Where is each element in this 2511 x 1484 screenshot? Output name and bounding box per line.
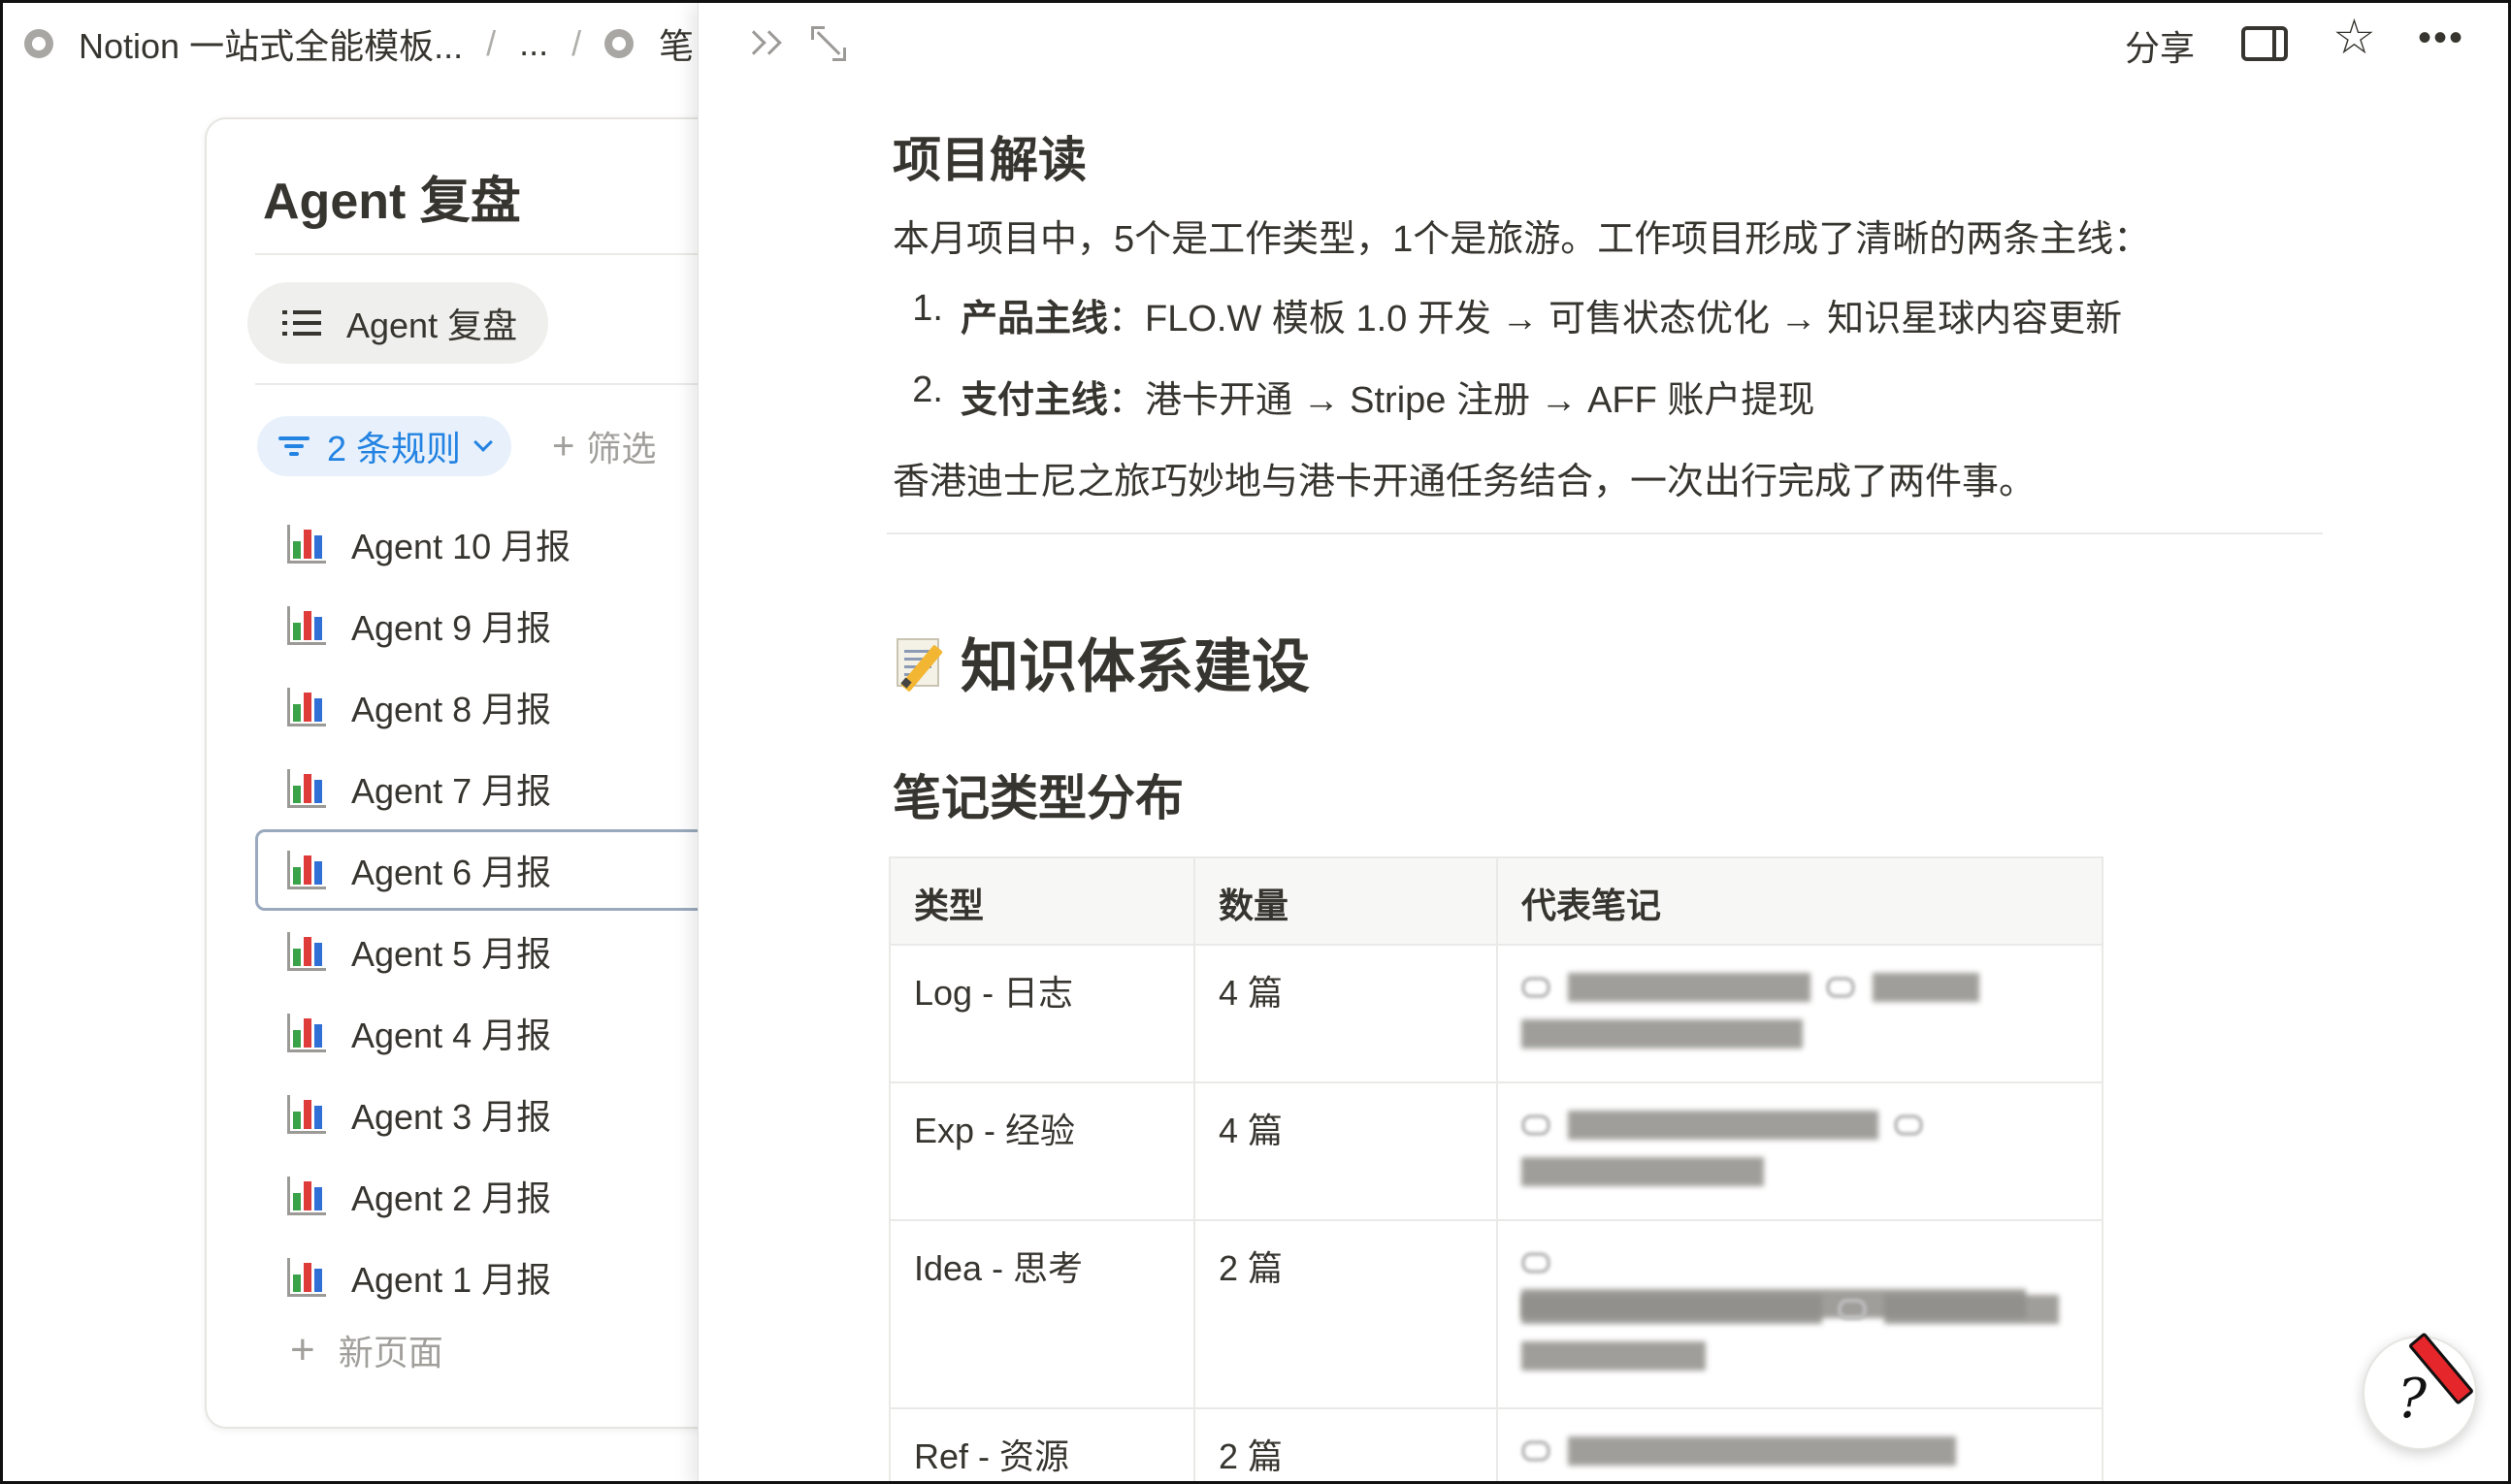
plus-icon: +	[290, 1326, 315, 1373]
list-bold: 产品主线	[961, 299, 1109, 339]
table-row: Exp - 经验 4 篇	[889, 1081, 2103, 1221]
view-tab[interactable]: Agent 复盘	[247, 282, 549, 364]
numbered-list-item: 2. 支付主线 ：港卡开通 → Stripe 注册 → AFF 账户提现	[889, 370, 1814, 423]
new-page-label: 新页面	[338, 1333, 443, 1372]
table-cell[interactable]: Log - 日志	[889, 944, 1195, 1083]
table-row: Idea - 思考 2 篇	[889, 1219, 2103, 1409]
plus-icon: +	[552, 424, 575, 468]
bar-chart-icon	[287, 525, 326, 564]
filter-rules-button[interactable]: 2 条规则	[257, 416, 512, 476]
star-icon[interactable]: ☆	[2332, 13, 2376, 61]
list-item-label: Agent 8 月报	[351, 690, 552, 729]
bar-chart-icon	[287, 1258, 326, 1297]
list-item-label: Agent 1 月报	[351, 1260, 552, 1300]
bar-chart-icon	[287, 1095, 326, 1134]
table-cell[interactable]: Ref - 资源	[889, 1407, 1195, 1481]
table-header[interactable]: 数量	[1193, 856, 1498, 946]
page-icon	[604, 29, 635, 58]
bar-chart-icon	[287, 1177, 326, 1215]
bar-chart-icon	[287, 688, 326, 726]
side-peek-panel: 分享 ☆ ••• 项目解读 本月项目中，5个是工作类型，1个是旅游。工作项目形成…	[698, 3, 2508, 1481]
bar-chart-icon	[287, 606, 326, 645]
breadcrumb: Notion 一站式全能模板... / ... / 笔	[3, 3, 701, 84]
table-cell-blurred[interactable]	[1496, 1219, 2103, 1409]
memo-icon	[893, 634, 949, 693]
list-bold: 支付主线	[961, 380, 1109, 421]
list-item-label: Agent 2 月报	[351, 1178, 552, 1218]
breadcrumb-separator: /	[486, 23, 497, 63]
table-cell-blurred[interactable]	[1496, 944, 2103, 1083]
bar-chart-icon	[287, 1014, 326, 1052]
list-icon	[282, 308, 321, 338]
page-icon	[24, 29, 53, 58]
add-filter-button[interactable]: + 筛选	[552, 416, 656, 476]
table-row: Ref - 资源 2 篇	[889, 1407, 2103, 1481]
heading-note-types: 笔记类型分布	[893, 771, 1184, 825]
database-title[interactable]: Agent 复盘	[263, 160, 521, 233]
table-cell[interactable]: 4 篇	[1193, 944, 1498, 1083]
heading-knowledge-label: 知识体系建设	[961, 634, 1310, 699]
list-number: 2.	[912, 370, 943, 410]
list-item-label: Agent 7 月报	[351, 771, 552, 811]
numbered-list-item: 1. 产品主线 ：FLO.W 模板 1.0 开发 → 可售状态优化 → 知识星球…	[889, 288, 2122, 341]
expand-icon[interactable]	[809, 24, 848, 63]
share-button[interactable]: 分享	[2125, 20, 2195, 71]
table-cell[interactable]: 4 篇	[1193, 1081, 1498, 1221]
table-header[interactable]: 类型	[889, 856, 1195, 946]
table-cell[interactable]: 2 篇	[1193, 1219, 1498, 1409]
chevron-down-icon	[473, 433, 493, 452]
bar-chart-icon	[287, 851, 326, 889]
help-button[interactable]: ?	[2363, 1332, 2477, 1450]
filter-icon	[278, 435, 310, 458]
view-tab-label: Agent 复盘	[346, 306, 518, 345]
paragraph-intro: 本月项目中，5个是工作类型，1个是旅游。工作项目形成了清晰的两条主线：	[893, 219, 2151, 260]
bar-chart-icon	[287, 932, 326, 971]
list-item-label: Agent 6 月报	[351, 853, 552, 892]
more-icon[interactable]: •••	[2418, 16, 2464, 60]
table-cell[interactable]: Exp - 经验	[889, 1081, 1195, 1221]
table-cell-blurred[interactable]	[1496, 1081, 2103, 1221]
heading-project: 项目解读	[893, 133, 1087, 187]
list-item-label: Agent 5 月报	[351, 934, 552, 974]
list-item-label: Agent 9 月报	[351, 608, 552, 648]
table-header-row: 类型 数量 代表笔记	[889, 856, 2103, 946]
breadcrumb-separator: /	[571, 23, 582, 63]
list-item-label: Agent 4 月报	[351, 1016, 552, 1055]
breadcrumb-current[interactable]: 笔	[659, 18, 694, 69]
app-window: Notion 一站式全能模板... / ... / 笔 Agent 复盘 Age…	[0, 0, 2511, 1484]
list-item-label: Agent 3 月报	[351, 1097, 552, 1137]
breadcrumb-workspace[interactable]: Notion 一站式全能模板...	[79, 18, 463, 69]
divider	[887, 532, 2323, 534]
double-chevron-right-icon[interactable]	[741, 24, 784, 63]
table-header[interactable]: 代表笔记	[1496, 856, 2103, 946]
paragraph-outro: 香港迪士尼之旅巧妙地与港卡开通任务结合，一次出行完成了两件事。	[893, 462, 2037, 502]
breadcrumb-ellipsis[interactable]: ...	[519, 23, 548, 64]
list-text: ：港卡开通 → Stripe 注册 → AFF 账户提现	[1108, 380, 1815, 421]
heading-knowledge: 知识体系建设	[893, 620, 1310, 704]
list-item-label: Agent 10 月报	[351, 527, 571, 566]
list-number: 1.	[912, 288, 943, 329]
notes-table: 类型 数量 代表笔记 Log - 日志 4 篇 Exp - 经验 4 篇 Ide…	[889, 856, 2103, 1481]
list-text: ：FLO.W 模板 1.0 开发 → 可售状态优化 → 知识星球内容更新	[1108, 299, 2123, 339]
side-peek-icon[interactable]	[2241, 26, 2288, 61]
add-filter-label: 筛选	[586, 429, 657, 468]
bar-chart-icon	[287, 769, 326, 808]
table-cell[interactable]: 2 篇	[1193, 1407, 1498, 1481]
filter-rules-label: 2 条规则	[327, 429, 462, 468]
table-cell[interactable]: Idea - 思考	[889, 1219, 1195, 1409]
table-cell-blurred[interactable]	[1496, 1407, 2103, 1481]
table-row: Log - 日志 4 篇	[889, 944, 2103, 1083]
panel-topbar: 分享 ☆ •••	[699, 3, 2508, 84]
